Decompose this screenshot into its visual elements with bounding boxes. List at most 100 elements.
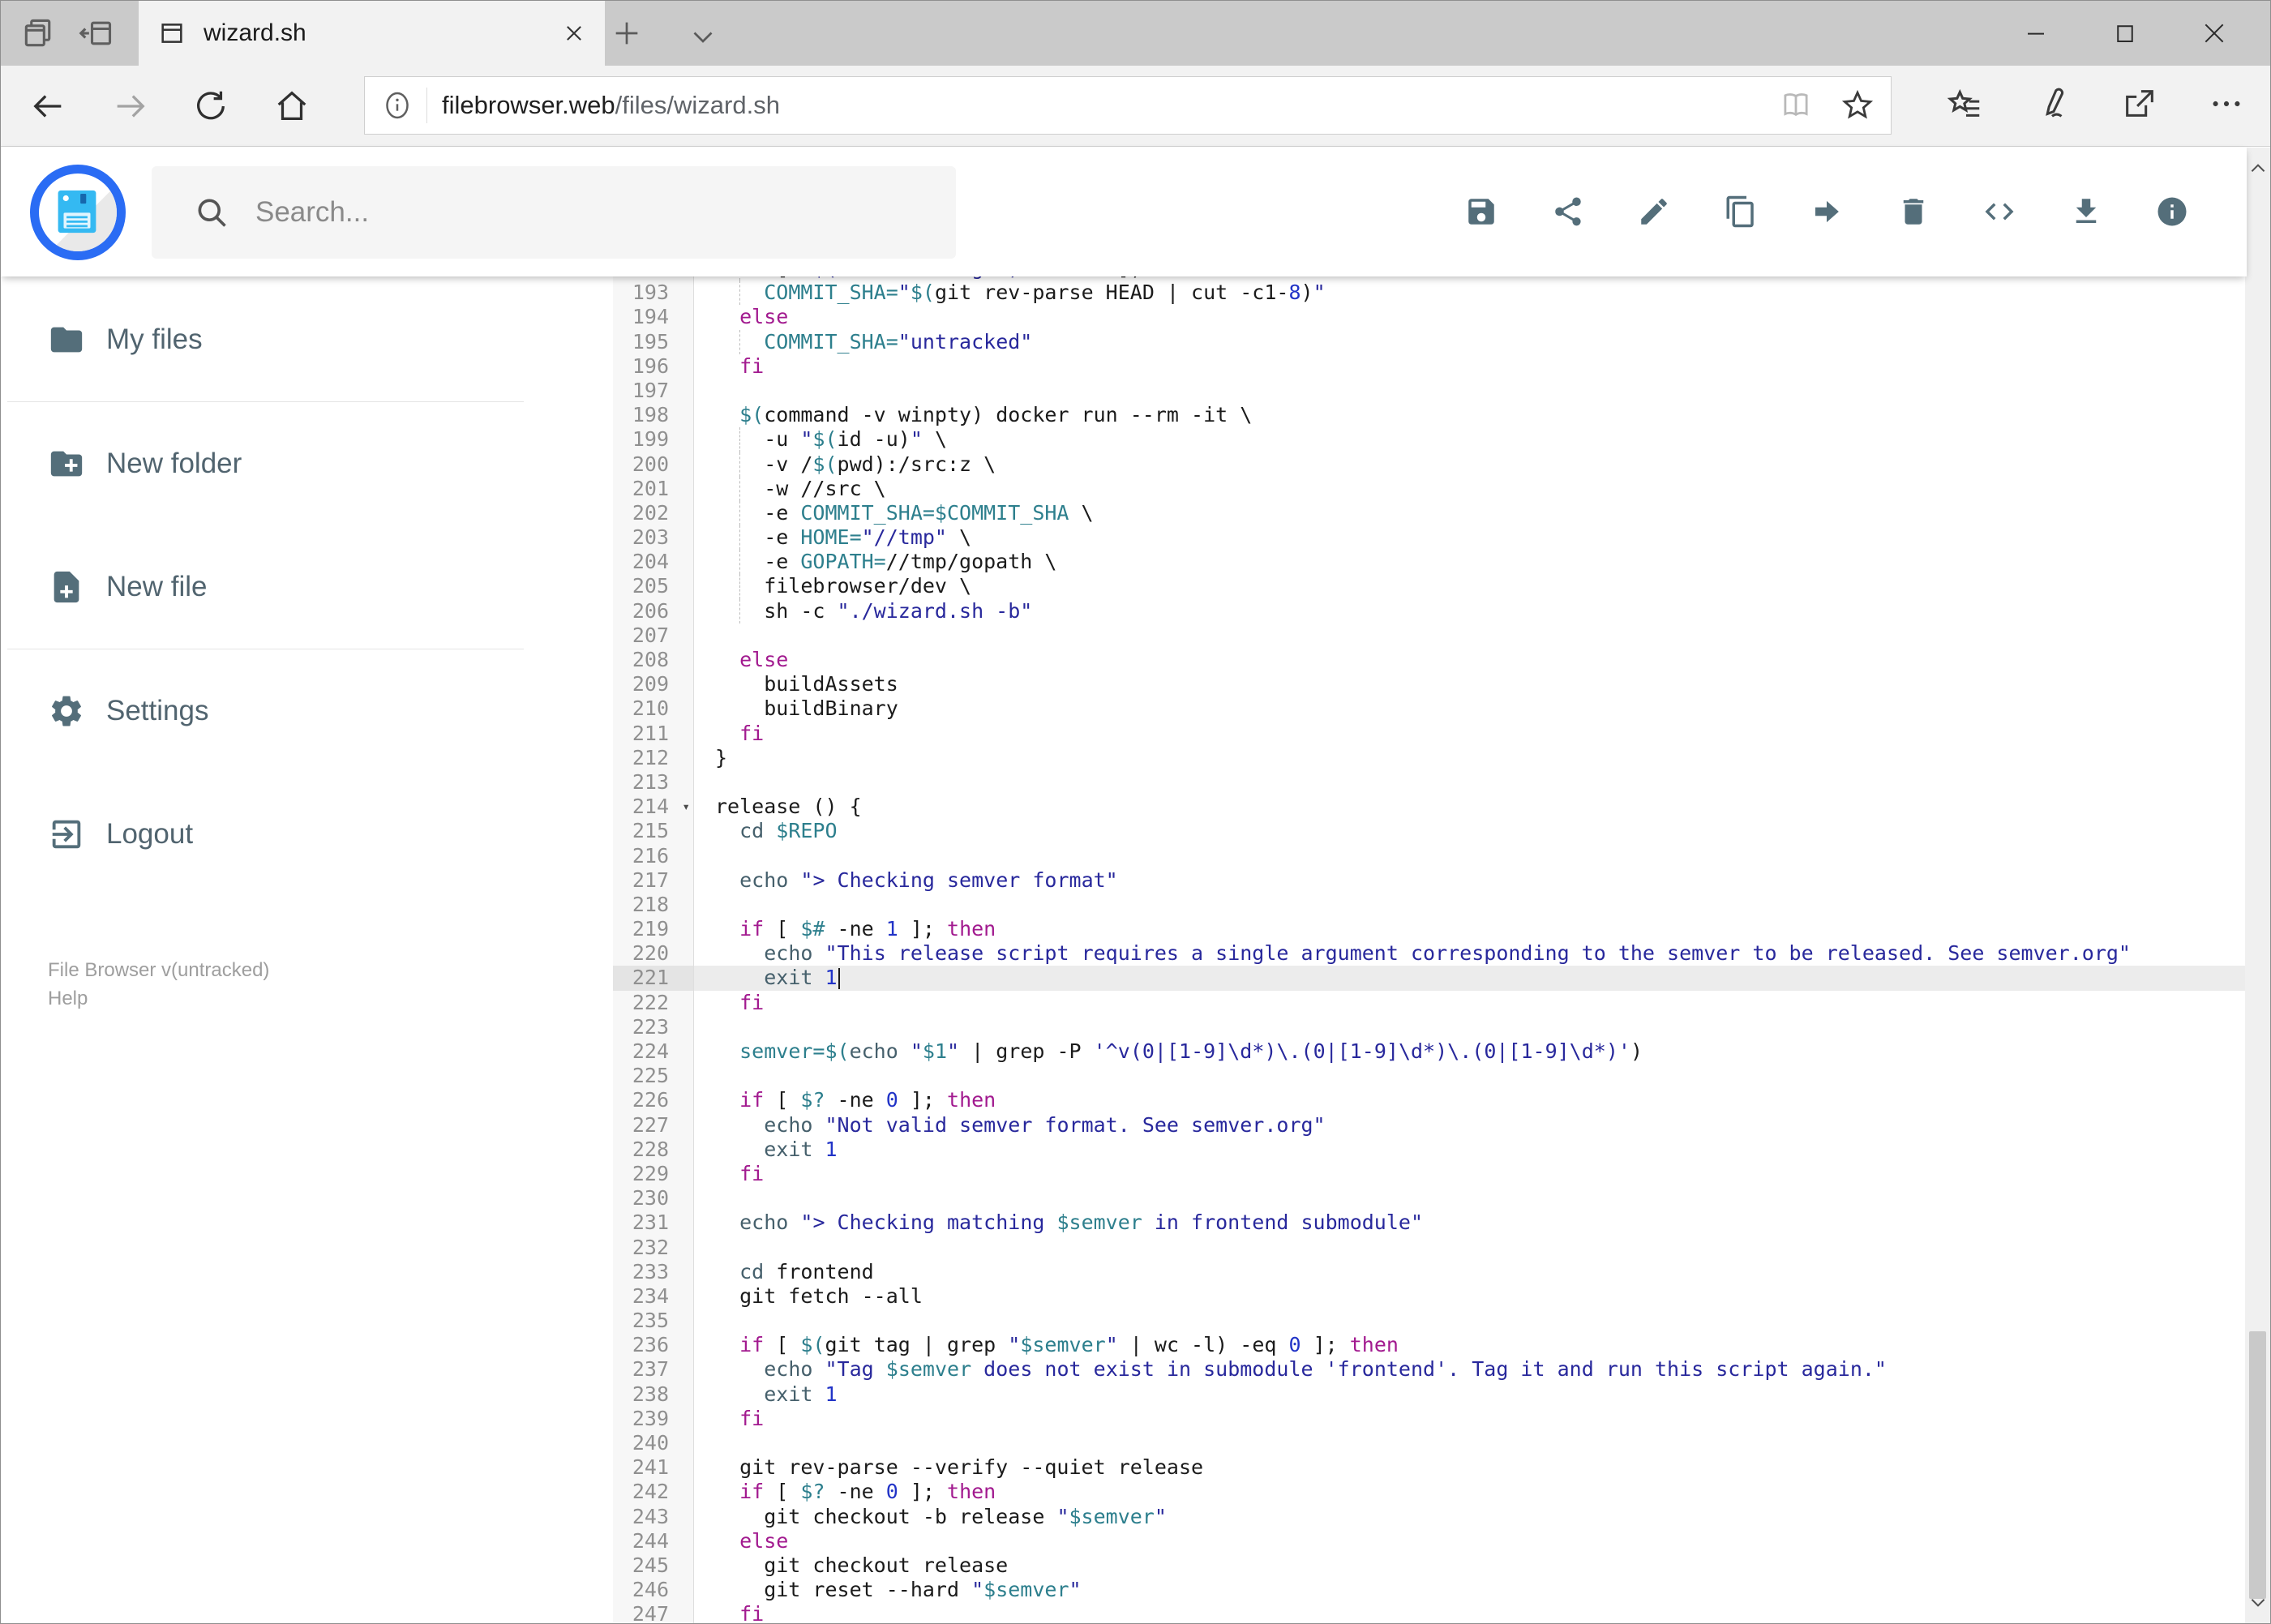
code-line[interactable]: 196 fi: [613, 354, 2245, 379]
code-line[interactable]: 219 if [ $# -ne 1 ]; then: [613, 917, 2245, 942]
scroll-down-icon[interactable]: [2245, 1586, 2270, 1618]
tab-list-chevron-icon[interactable]: [688, 22, 718, 51]
set-aside-tabs-icon[interactable]: [20, 15, 56, 51]
code-line[interactable]: 222 fi: [613, 990, 2245, 1015]
code-line[interactable]: 199 -u "$(id -u)" \: [613, 427, 2245, 452]
code-line[interactable]: 197: [613, 378, 2245, 404]
code-line[interactable]: 236 if [ $(git tag | grep "$semver" | wc…: [613, 1333, 2245, 1358]
code-line[interactable]: 213: [613, 769, 2245, 795]
code-line[interactable]: 235: [613, 1309, 2245, 1334]
forward-button[interactable]: [111, 88, 148, 125]
code-line[interactable]: 200 -v /$(pwd):/src:z \: [613, 452, 2245, 477]
code-line[interactable]: 214 ▾ release () {: [613, 795, 2245, 820]
page-scrollbar[interactable]: [2245, 148, 2270, 1623]
code-line[interactable]: 216: [613, 843, 2245, 868]
code-line[interactable]: 232: [613, 1235, 2245, 1260]
code-line[interactable]: 223: [613, 1014, 2245, 1039]
code-line[interactable]: 246 git reset --hard "$semver": [613, 1578, 2245, 1603]
sidebar-item-my-files[interactable]: My files: [1, 278, 605, 401]
refresh-button[interactable]: [192, 88, 229, 125]
code-line[interactable]: 234 git fetch --all: [613, 1283, 2245, 1309]
back-button[interactable]: [30, 88, 67, 125]
code-line[interactable]: 198 $(command -v winpty) docker run --rm…: [613, 403, 2245, 428]
code-line[interactable]: 218: [613, 892, 2245, 918]
code-line[interactable]: 237 echo "Tag $semver does not exist in …: [613, 1357, 2245, 1382]
tab-close-icon[interactable]: [563, 22, 585, 45]
code-line[interactable]: 241 git rev-parse --verify --quiet relea…: [613, 1455, 2245, 1480]
move-button[interactable]: [1802, 187, 1851, 236]
code-line[interactable]: 195 COMMIT_SHA="untracked": [613, 329, 2245, 354]
copy-button[interactable]: [1716, 187, 1765, 236]
sidebar-item-settings[interactable]: Settings: [1, 649, 605, 773]
edit-button[interactable]: [1630, 187, 1678, 236]
code-line[interactable]: 240: [613, 1431, 2245, 1456]
close-window-button[interactable]: [2174, 1, 2255, 66]
minimize-button[interactable]: [1995, 1, 2076, 66]
search-input[interactable]: [254, 195, 956, 229]
annotate-pen-icon[interactable]: [2033, 85, 2071, 122]
search-box[interactable]: [152, 166, 956, 259]
sidebar-item-new-file[interactable]: New file: [1, 525, 605, 649]
code-line[interactable]: 204 -e GOPATH=//tmp/gopath \: [613, 550, 2245, 575]
code-line[interactable]: 227 echo "Not valid semver format. See s…: [613, 1112, 2245, 1138]
code-line[interactable]: 244 else: [613, 1528, 2245, 1553]
code-line[interactable]: 245 git checkout release: [613, 1553, 2245, 1579]
code-line[interactable]: 205 filebrowser/dev \: [613, 574, 2245, 599]
code-line[interactable]: 207: [613, 623, 2245, 648]
code-line[interactable]: 228 exit 1: [613, 1137, 2245, 1162]
code-line[interactable]: 242 if [ $? -ne 0 ]; then: [613, 1480, 2245, 1505]
sidebar-item-new-folder[interactable]: New folder: [1, 402, 605, 525]
code-line[interactable]: 193 COMMIT_SHA="$(git rev-parse HEAD | c…: [613, 281, 2245, 306]
code-line[interactable]: 215 cd $REPO: [613, 819, 2245, 844]
url-text[interactable]: filebrowser.web/files/wizard.sh: [442, 91, 780, 120]
delete-button[interactable]: [1889, 187, 1938, 236]
site-info-icon[interactable]: [381, 89, 413, 122]
code-line[interactable]: 231 echo "> Checking matching $semver in…: [613, 1211, 2245, 1236]
code-line[interactable]: 220 echo "This release script requires a…: [613, 941, 2245, 966]
code-line[interactable]: 194 else: [613, 305, 2245, 330]
info-button[interactable]: [2148, 187, 2196, 236]
share-button[interactable]: [1544, 187, 1592, 236]
save-button[interactable]: [1457, 187, 1506, 236]
download-button[interactable]: [2062, 187, 2110, 236]
add-favorite-star-icon[interactable]: [1840, 88, 1875, 122]
browser-tab[interactable]: wizard.sh: [139, 1, 605, 66]
sidebar-item-logout[interactable]: Logout: [1, 773, 605, 896]
fold-arrow-icon[interactable]: ▾: [682, 795, 690, 819]
code-line[interactable]: 225: [613, 1064, 2245, 1089]
scrollbar-thumb[interactable]: [2249, 1331, 2266, 1599]
maximize-button[interactable]: [2085, 1, 2166, 66]
code-line[interactable]: 221 exit 1: [613, 966, 2245, 991]
more-options-icon[interactable]: [2208, 85, 2245, 122]
code-line[interactable]: 217 echo "> Checking semver format": [613, 868, 2245, 893]
restore-tabs-icon[interactable]: [79, 15, 114, 51]
code-line[interactable]: 208 else: [613, 648, 2245, 673]
code-line[interactable]: 209 buildAssets: [613, 672, 2245, 697]
code-line[interactable]: 233 cd frontend: [613, 1259, 2245, 1284]
code-line[interactable]: 224 semver=$(echo "$1" | grep -P '^v(0|[…: [613, 1039, 2245, 1065]
help-link[interactable]: Help: [48, 984, 605, 1013]
code-line[interactable]: 229 fi: [613, 1161, 2245, 1187]
new-tab-icon[interactable]: [611, 17, 643, 49]
code-line[interactable]: 212}: [613, 745, 2245, 770]
code-line[interactable]: 202 -e COMMIT_SHA=$COMMIT_SHA \: [613, 500, 2245, 526]
code-line[interactable]: 230: [613, 1186, 2245, 1211]
code-line[interactable]: 211 fi: [613, 721, 2245, 746]
code-line[interactable]: 238 exit 1: [613, 1382, 2245, 1407]
scroll-up-icon[interactable]: [2245, 152, 2270, 185]
code-line[interactable]: 226 if [ $? -ne 0 ]; then: [613, 1088, 2245, 1113]
address-bar[interactable]: filebrowser.web/files/wizard.sh: [364, 76, 1892, 135]
code-line[interactable]: 247 fi: [613, 1602, 2245, 1623]
share-page-icon[interactable]: [2121, 85, 2158, 122]
code-line[interactable]: 243 git checkout -b release "$semver": [613, 1504, 2245, 1529]
code-view-button[interactable]: [1975, 187, 2024, 236]
home-button[interactable]: [273, 88, 311, 125]
code-editor[interactable]: 192 if [ "$(command -v git)" != "" ]; th…: [613, 276, 2245, 1623]
code-line[interactable]: 239 fi: [613, 1406, 2245, 1431]
code-line[interactable]: 203 -e HOME="//tmp" \: [613, 525, 2245, 551]
code-line[interactable]: 210 buildBinary: [613, 696, 2245, 722]
favorites-hub-icon[interactable]: [1947, 85, 1984, 122]
code-line[interactable]: 201 -w //src \: [613, 476, 2245, 501]
code-line[interactable]: 206 sh -c "./wizard.sh -b": [613, 598, 2245, 623]
reading-view-icon[interactable]: [1779, 88, 1813, 122]
